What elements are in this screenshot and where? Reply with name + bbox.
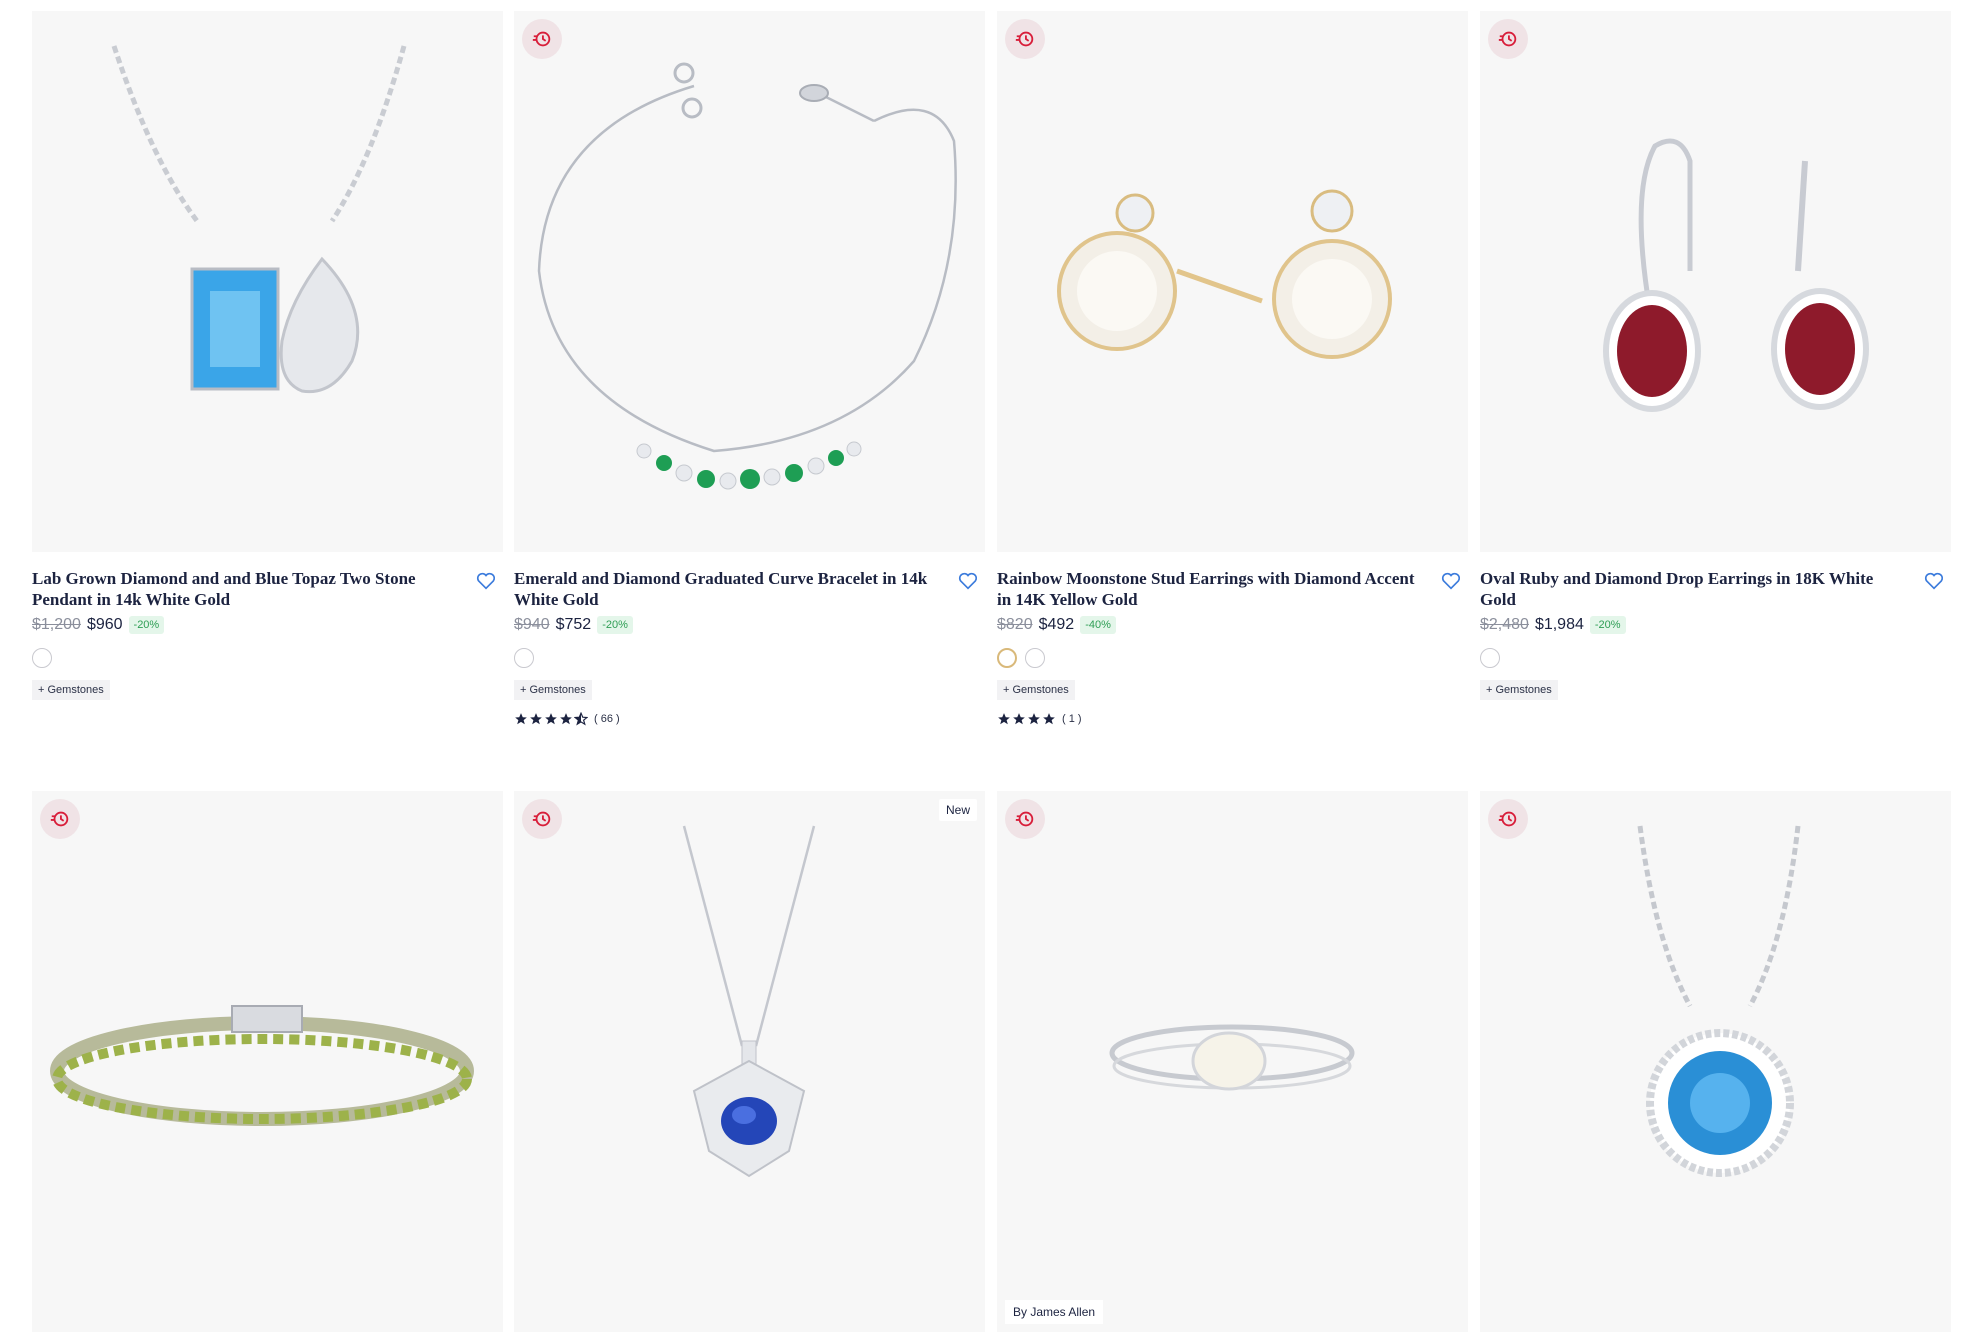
price-row: $820 $492 -40%	[997, 616, 1468, 634]
product-image[interactable]	[1480, 11, 1951, 552]
product-card[interactable]	[1480, 791, 1951, 1332]
product-title[interactable]: Lab Grown Diamond and and Blue Topaz Two…	[32, 568, 452, 610]
bracelet-image	[537, 62, 957, 490]
drop-earrings-image	[1603, 138, 1869, 412]
earrings-image	[1057, 189, 1392, 359]
product-card[interactable]	[32, 791, 503, 1332]
heart-icon[interactable]	[1923, 570, 1945, 592]
gemstones-tag[interactable]: + Gemstones	[514, 680, 592, 700]
sale-price: $752	[555, 616, 592, 633]
heart-icon[interactable]	[1440, 570, 1462, 592]
product-title[interactable]: Emerald and Diamond Graduated Curve Brac…	[514, 568, 934, 610]
product-image[interactable]	[997, 11, 1468, 552]
sapphire-pendant-image	[682, 825, 816, 1178]
brand-badge: By James Allen	[1005, 1300, 1104, 1324]
review-count: ( 1 )	[1062, 713, 1082, 725]
price-row: $1,200 $960 -20%	[32, 616, 503, 634]
discount-badge: -20%	[597, 616, 633, 634]
product-card[interactable]: Rainbow Moonstone Stud Earrings with Dia…	[997, 11, 1468, 726]
rating-stars-icon	[514, 712, 588, 726]
original-price: $2,480	[1480, 616, 1529, 633]
product-card[interactable]: Emerald and Diamond Graduated Curve Brac…	[514, 11, 985, 726]
yellow-gold-swatch[interactable]	[997, 648, 1017, 668]
rating[interactable]: ( 66 )	[514, 712, 985, 726]
product-title[interactable]: Rainbow Moonstone Stud Earrings with Dia…	[997, 568, 1417, 610]
product-image[interactable]: New	[514, 791, 985, 1332]
opal-ring-image	[1109, 1024, 1355, 1091]
topaz-halo-pendant-image	[1637, 825, 1801, 1177]
gemstones-tag[interactable]: + Gemstones	[1480, 680, 1558, 700]
original-price: $1,200	[32, 616, 81, 633]
sale-price: $1,984	[1534, 616, 1584, 633]
product-image[interactable]	[32, 11, 503, 552]
original-price: $820	[997, 616, 1033, 633]
gemstones-tag[interactable]: + Gemstones	[32, 680, 110, 700]
review-count: ( 66 )	[594, 713, 620, 725]
product-image[interactable]	[514, 11, 985, 552]
pendant-image	[111, 45, 407, 394]
product-card[interactable]: Oval Ruby and Diamond Drop Earrings in 1…	[1480, 11, 1951, 700]
price-row: $2,480 $1,984 -20%	[1480, 616, 1951, 634]
discount-badge: -20%	[128, 616, 165, 634]
product-card[interactable]: New	[514, 791, 985, 1332]
heart-icon[interactable]	[475, 570, 497, 592]
product-title[interactable]: Oval Ruby and Diamond Drop Earrings in 1…	[1480, 568, 1900, 610]
heart-icon[interactable]	[957, 570, 979, 592]
discount-badge: -40%	[1080, 616, 1116, 634]
product-image[interactable]: By James Allen	[997, 791, 1468, 1332]
sale-price: $960	[86, 616, 123, 633]
product-card[interactable]: Lab Grown Diamond and and Blue Topaz Two…	[32, 11, 503, 700]
metal-swatches	[997, 648, 1468, 668]
original-price: $940	[514, 616, 550, 633]
metal-swatches	[514, 648, 985, 668]
metal-swatches	[1480, 648, 1951, 668]
white-gold-swatch[interactable]	[1480, 648, 1500, 668]
white-gold-swatch[interactable]	[32, 648, 52, 668]
product-card[interactable]: By James Allen	[997, 791, 1468, 1332]
rating[interactable]: ( 1 )	[997, 712, 1468, 726]
white-gold-swatch[interactable]	[1025, 648, 1045, 668]
gemstones-tag[interactable]: + Gemstones	[997, 680, 1075, 700]
sale-price: $492	[1038, 616, 1075, 633]
product-image[interactable]	[32, 791, 503, 1332]
price-row: $940 $752 -20%	[514, 616, 985, 634]
white-gold-swatch[interactable]	[514, 648, 534, 668]
discount-badge: -20%	[1589, 616, 1626, 634]
product-image[interactable]	[1480, 791, 1951, 1332]
tennis-bracelet-image	[50, 1005, 474, 1126]
rating-stars-icon	[997, 712, 1056, 726]
metal-swatches	[32, 648, 503, 668]
